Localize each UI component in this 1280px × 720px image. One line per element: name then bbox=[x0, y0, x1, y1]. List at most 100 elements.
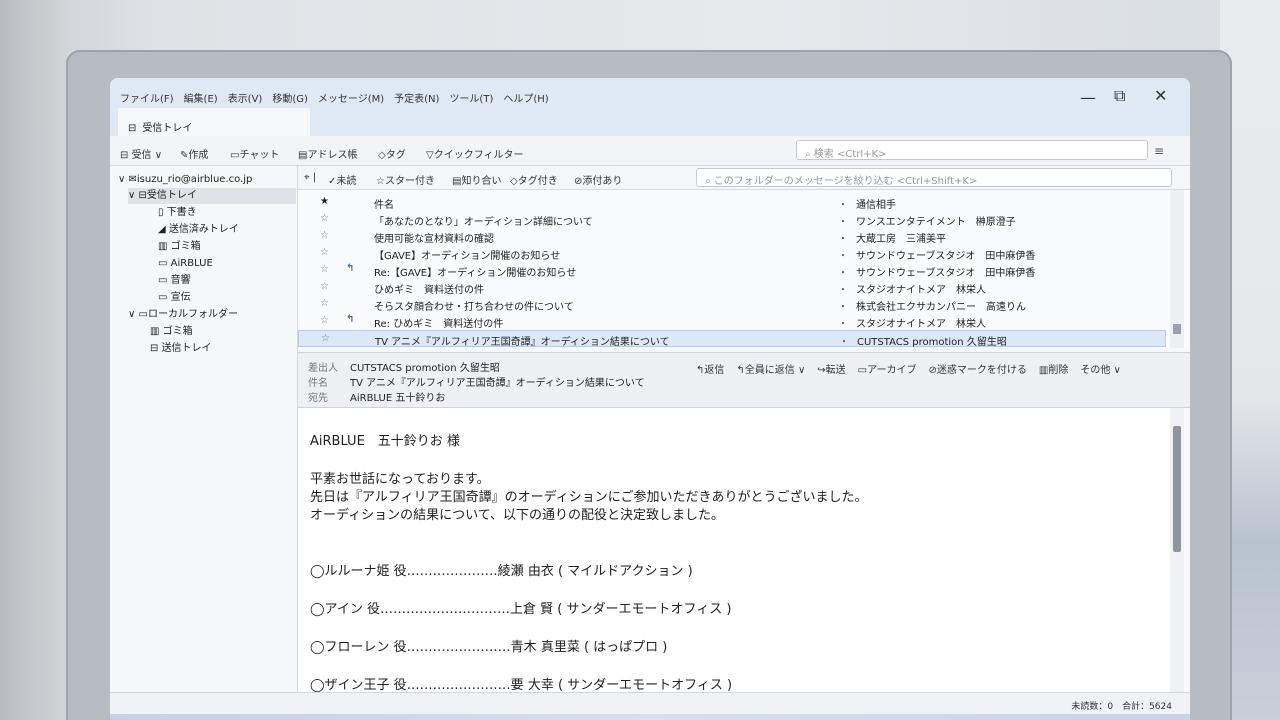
filter-tagged[interactable]: ◇タグ付き bbox=[510, 172, 558, 187]
star-column-icon[interactable]: ★ bbox=[320, 196, 329, 207]
menu-file[interactable]: ファイル(F) bbox=[120, 90, 174, 105]
menu-go[interactable]: 移動(G) bbox=[272, 90, 308, 105]
reply-button[interactable]: ↰返信 bbox=[696, 361, 724, 376]
address-book-button[interactable]: ▤アドレス帳 bbox=[298, 146, 357, 161]
chevron-down-icon[interactable]: ∨ bbox=[795, 365, 805, 376]
star-icon[interactable]: ☆ bbox=[320, 213, 329, 224]
star-icon[interactable]: ☆ bbox=[320, 315, 329, 326]
restore-button[interactable]: ⧉ bbox=[1114, 86, 1125, 106]
folder-local[interactable]: ∨ ▭ローカルフォルダー bbox=[128, 307, 238, 323]
pin-icon[interactable]: ⌖ | bbox=[304, 172, 316, 183]
tab-inbox[interactable]: ⊟ 受信トレイ bbox=[118, 108, 310, 136]
table-row[interactable]: ☆ TV アニメ『アルフィリア王国奇譚』オーディション結果について ・ CUTSTAC… bbox=[298, 330, 1166, 348]
menu-message[interactable]: メッセージ(M) bbox=[318, 90, 384, 105]
search-placeholder: 検索 <Ctrl+K> bbox=[813, 149, 887, 160]
unread-dot[interactable]: ・ bbox=[838, 247, 848, 262]
message-body-scrollbar[interactable] bbox=[1170, 408, 1184, 704]
reply-all-label: 全員に返信 bbox=[744, 365, 795, 376]
tag-icon: ◇ bbox=[378, 150, 386, 161]
body-line-2: 先日は『アルフィリア王国奇譚』のオーディションにご参加いただきありがとうございま… bbox=[310, 490, 868, 505]
folder-inbox[interactable]: ∨ ⊟受信トレイ bbox=[128, 188, 296, 204]
folder-drafts[interactable]: ▯ 下書き bbox=[158, 205, 197, 221]
folder-sent-label: 送信済みトレイ bbox=[168, 224, 239, 235]
chat-button[interactable]: ▭チャット bbox=[230, 146, 279, 161]
filter-attachment[interactable]: ⊘添付あり bbox=[574, 172, 622, 187]
column-subject[interactable]: 件名 bbox=[374, 196, 394, 211]
reply-all-button[interactable]: ↰全員に返信 ∨ bbox=[736, 361, 805, 376]
filter-unread[interactable]: ✓未読 bbox=[328, 172, 356, 187]
scrollbar-thumb[interactable] bbox=[1173, 426, 1181, 552]
to-value[interactable]: AiRBLUE 五十鈴りお bbox=[350, 393, 445, 404]
folder-promo[interactable]: ▭ 宣伝 bbox=[158, 290, 191, 306]
message-sender: サウンドウェーブスタジオ 田中麻伊香 bbox=[856, 251, 1036, 262]
folder-drafts-label: 下書き bbox=[166, 207, 197, 218]
close-button[interactable]: ✕ bbox=[1154, 86, 1167, 105]
receive-button[interactable]: ⊟ 受信 ∨ bbox=[120, 146, 162, 161]
star-icon[interactable]: ☆ bbox=[320, 247, 329, 258]
star-icon[interactable]: ☆ bbox=[321, 333, 330, 344]
forward-button[interactable]: ↪転送 bbox=[817, 361, 845, 376]
inbox-icon: ⊟ bbox=[128, 123, 137, 134]
folder-filter-placeholder: このフォルダーのメッセージを絞り込む <Ctrl+Shift+K> bbox=[713, 176, 978, 187]
table-row[interactable]: ☆ 使用可能な宣材資料の確認 ・大蔵工房 三浦美平 bbox=[298, 228, 1166, 245]
delete-button[interactable]: ▥削除 bbox=[1039, 361, 1068, 376]
unread-dot[interactable]: ・ bbox=[838, 315, 848, 330]
archive-button[interactable]: ▭アーカイブ bbox=[858, 361, 917, 376]
folder-outbox[interactable]: ⊟ 送信トレイ bbox=[150, 341, 212, 357]
folder-airblue-label: AiRBLUE bbox=[170, 258, 213, 269]
menu-view[interactable]: 表示(V) bbox=[228, 90, 263, 105]
other-button[interactable]: その他 ∨ bbox=[1080, 361, 1121, 376]
unread-dot[interactable]: ・ bbox=[838, 281, 848, 296]
send-icon: ◢ bbox=[158, 224, 169, 235]
menu-calendar[interactable]: 予定表(N) bbox=[394, 90, 439, 105]
unread-dot[interactable]: ・ bbox=[838, 230, 848, 245]
table-row[interactable]: ☆ ↰ Re:【GAVE】オーディション開催のお知らせ ・サウンドウェーブスタジオ 田… bbox=[298, 262, 1166, 279]
folder-account[interactable]: ∨ ✉isuzu_rio@airblue.co.jp bbox=[118, 172, 252, 188]
table-row[interactable]: ☆ 【GAVE】オーディション開催のお知らせ ・サウンドウェーブスタジオ 田中麻伊香 bbox=[298, 245, 1166, 262]
filter-starred[interactable]: ☆スター付き bbox=[376, 172, 435, 187]
unread-dot[interactable]: ・ bbox=[838, 213, 848, 228]
star-icon[interactable]: ☆ bbox=[320, 230, 329, 241]
menu-edit[interactable]: 編集(E) bbox=[184, 90, 218, 105]
star-icon[interactable]: ☆ bbox=[320, 298, 329, 309]
filter-icon: ▽ bbox=[426, 150, 434, 161]
scrollbar-thumb[interactable] bbox=[1173, 324, 1181, 334]
compose-button[interactable]: ✎作成 bbox=[180, 146, 208, 161]
star-icon[interactable]: ☆ bbox=[320, 264, 329, 275]
message-list-scrollbar[interactable] bbox=[1170, 190, 1184, 348]
message-subject: Re: ひめギミ 資料送付の件 bbox=[374, 319, 504, 330]
archive-icon: ▭ bbox=[857, 365, 868, 376]
folder-local-trash[interactable]: ▥ ゴミ箱 bbox=[150, 324, 193, 340]
minimize-button[interactable]: — bbox=[1080, 88, 1096, 107]
unread-dot[interactable]: ・ bbox=[838, 264, 848, 279]
search-input[interactable]: ⌕ 検索 <Ctrl+K> bbox=[796, 140, 1148, 160]
chevron-down-icon[interactable]: ∨ bbox=[152, 150, 162, 161]
tag-button[interactable]: ◇タグ bbox=[378, 146, 406, 161]
table-row[interactable]: ☆ ↰ Re: ひめギミ 資料送付の件 ・スタジオナイトメア 林栄人 bbox=[298, 313, 1166, 330]
menu-tools[interactable]: ツール(T) bbox=[449, 90, 493, 105]
folder-filter-input[interactable]: ⌕ このフォルダーのメッセージを絞り込む <Ctrl+Shift+K> bbox=[696, 168, 1172, 187]
replied-icon: ↰ bbox=[346, 263, 355, 274]
table-row[interactable]: ☆ そらスタ顔合わせ・打ち合わせの件について ・株式会社エクサカンパニー 高遠りん bbox=[298, 296, 1166, 313]
folder-airblue[interactable]: ▭ AiRBLUE bbox=[158, 256, 213, 272]
table-row[interactable]: ☆ 「あなたのとなり」オーディション詳細について ・ワンスエンタテイメント 榊原澄子 bbox=[298, 211, 1166, 228]
unread-dot[interactable]: ・ bbox=[839, 333, 849, 348]
message-list: ★ 件名 ・ 通信相手 ☆ 「あなたのとなり」オーディション詳細について・ワンスエ… bbox=[298, 190, 1190, 348]
from-value[interactable]: CUTSTACS promotion 久留生昭 bbox=[350, 363, 500, 374]
cast-line: ◯ザイン王子 役……………………要 大幸 ( サンダーエモートオフィス ) bbox=[310, 678, 733, 693]
folder-sent[interactable]: ◢ 送信済みトレイ bbox=[158, 222, 239, 238]
hamburger-menu-icon[interactable]: ≡ bbox=[1154, 144, 1164, 158]
column-correspondent[interactable]: 通信相手 bbox=[856, 196, 896, 211]
junk-button[interactable]: ⊘迷惑マークを付ける bbox=[929, 361, 1027, 376]
unread-dot[interactable]: ・ bbox=[838, 298, 848, 313]
menu-help[interactable]: ヘルプ(H) bbox=[503, 90, 548, 105]
cast-line: ◯アイン 役…………………………上倉 賢 ( サンダーエモートオフィス ) bbox=[310, 602, 732, 617]
folder-icon: ▭ bbox=[138, 309, 148, 320]
filter-contacts[interactable]: ▤知り合い bbox=[452, 172, 501, 187]
filter-tagged-label: タグ付き bbox=[517, 176, 558, 187]
folder-trash[interactable]: ▥ ゴミ箱 bbox=[158, 239, 201, 255]
table-row[interactable]: ☆ ひめギミ 資料送付の件 ・スタジオナイトメア 林栄人 bbox=[298, 279, 1166, 296]
folder-sound[interactable]: ▭ 音響 bbox=[158, 273, 191, 289]
quick-filter-button[interactable]: ▽クイックフィルター bbox=[426, 146, 524, 161]
star-icon[interactable]: ☆ bbox=[320, 281, 329, 292]
